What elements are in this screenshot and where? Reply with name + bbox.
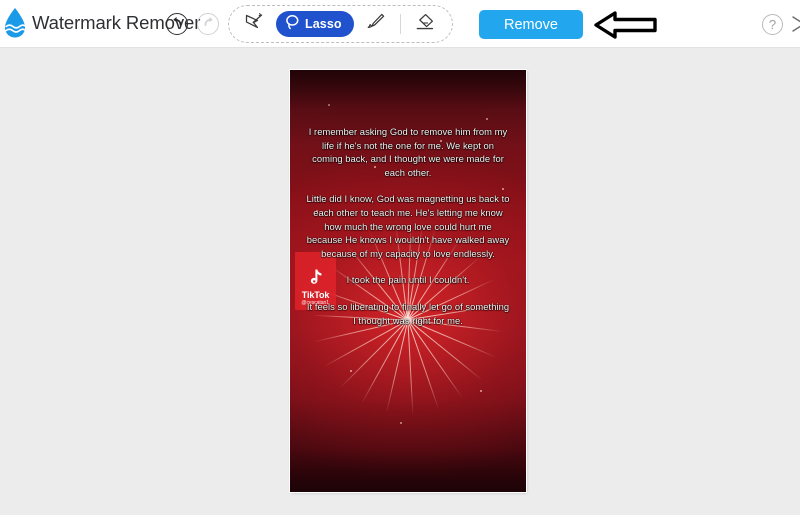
canvas-area[interactable]: TikTok @cescatan1 I remember asking God … bbox=[0, 48, 800, 515]
app-header: Watermark Remover Lasso Remove ? bbox=[0, 0, 800, 48]
eraser-tool[interactable] bbox=[409, 10, 441, 38]
tool-cluster: Lasso bbox=[228, 5, 453, 43]
caption-paragraph: It feels so liberating to finally let go… bbox=[306, 300, 510, 326]
undo-button[interactable] bbox=[166, 13, 188, 35]
caption-paragraph: I remember asking God to remove him from… bbox=[308, 126, 508, 178]
lasso-label: Lasso bbox=[305, 17, 342, 31]
question-mark-icon: ? bbox=[768, 17, 777, 32]
redo-arrow-icon bbox=[202, 15, 215, 33]
lasso-icon bbox=[285, 14, 300, 35]
paint-brush-icon bbox=[365, 11, 387, 38]
caption-overlay: I remember asking God to remove him from… bbox=[290, 125, 526, 327]
close-button[interactable] bbox=[791, 14, 800, 34]
help-button[interactable]: ? bbox=[762, 14, 783, 35]
left-pointing-arrow-icon bbox=[594, 9, 658, 41]
tool-separator bbox=[399, 14, 401, 34]
magic-wand-tool[interactable] bbox=[238, 10, 270, 38]
brush-tool[interactable] bbox=[360, 10, 392, 38]
redo-button[interactable] bbox=[197, 13, 219, 35]
image-canvas[interactable]: TikTok @cescatan1 I remember asking God … bbox=[290, 70, 526, 492]
caption-paragraph: Little did I know, God was magnetting us… bbox=[306, 193, 510, 259]
magic-wand-icon bbox=[243, 11, 265, 38]
remove-button[interactable]: Remove bbox=[479, 10, 583, 39]
eraser-icon bbox=[413, 11, 437, 38]
history-controls bbox=[166, 13, 219, 35]
caption-paragraph: I took the pain until I couldn't. bbox=[346, 274, 470, 286]
lasso-tool[interactable]: Lasso bbox=[276, 11, 354, 37]
undo-arrow-icon bbox=[171, 15, 184, 33]
water-drop-icon bbox=[2, 6, 28, 40]
